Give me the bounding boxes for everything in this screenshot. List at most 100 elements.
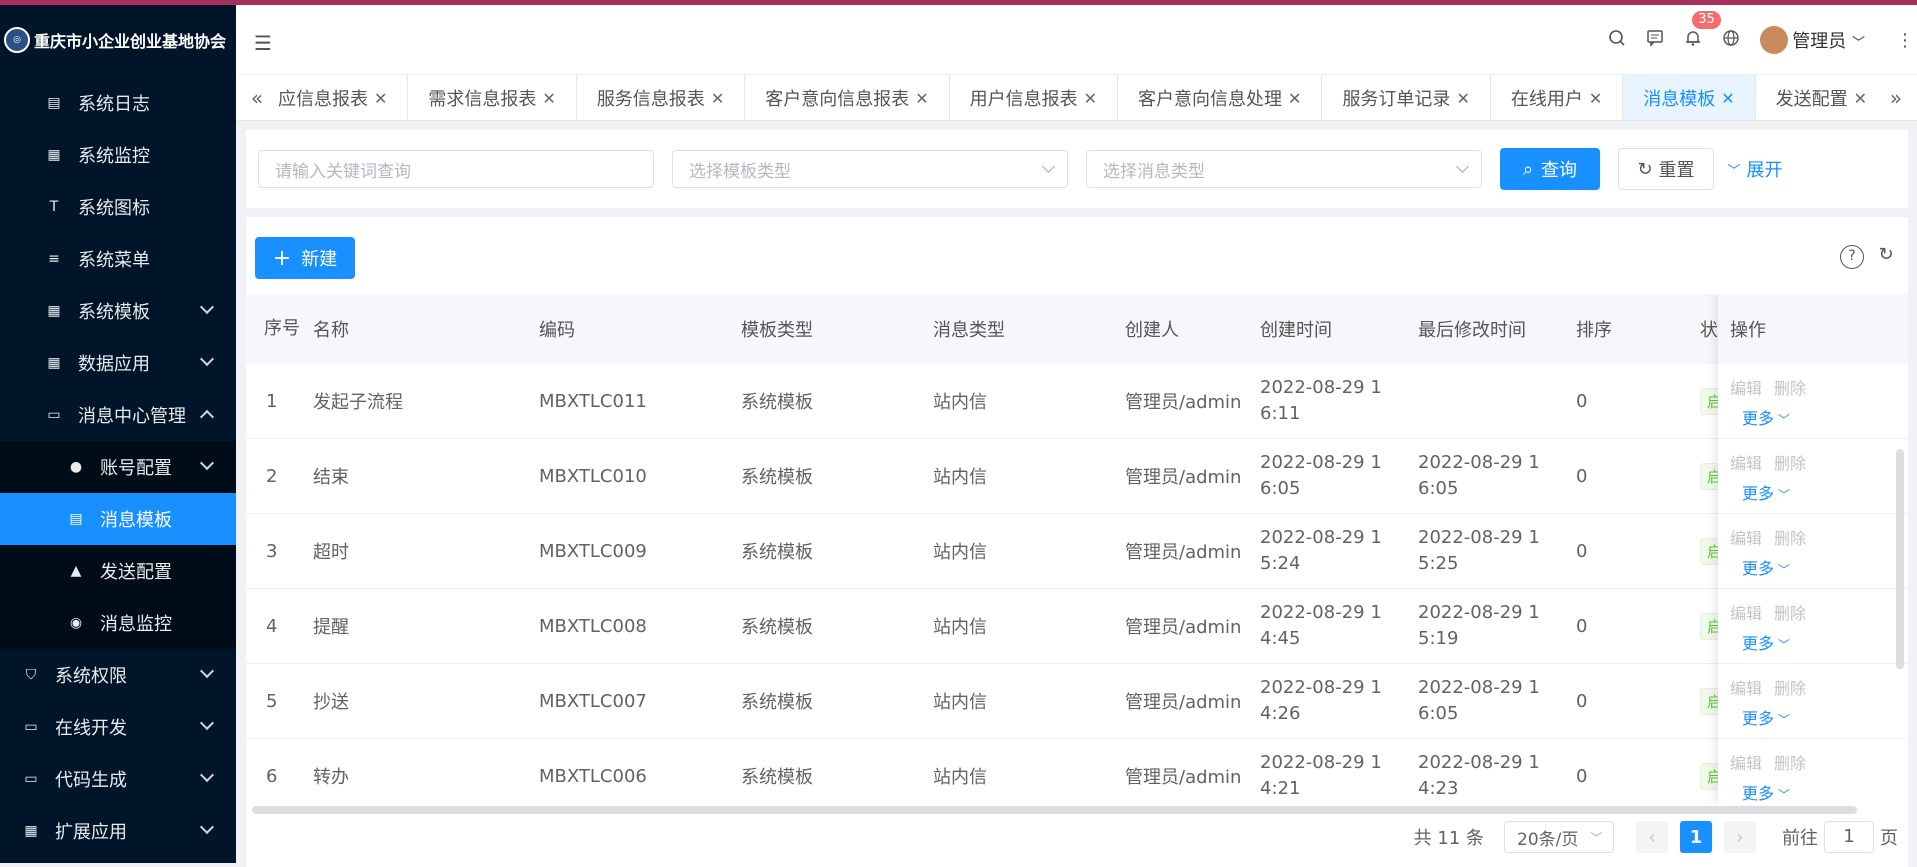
table-row[interactable]: 2 结束 MBXTLC010 系统模板 站内信 管理员/admin 2022-08-29 1… xyxy=(246,439,1908,514)
chevron-down-icon: ﹀ xyxy=(1774,788,1790,802)
table-row[interactable]: 4 提醒 MBXTLC008 系统模板 站内信 管理员/admin 2022-08-29 1… xyxy=(246,589,1908,664)
next-page-button[interactable]: › xyxy=(1724,821,1756,853)
edit-button[interactable]: 编辑 xyxy=(1730,679,1762,698)
close-icon[interactable]: ✕ xyxy=(1288,89,1301,108)
sidebar-item-label: 消息模板 xyxy=(100,510,172,531)
delete-button[interactable]: 删除 xyxy=(1774,604,1806,623)
cell-template_type: 系统模板 xyxy=(741,767,813,788)
message-icon: ▭ xyxy=(47,407,61,423)
template-type-select[interactable]: 选择模板类型 xyxy=(672,150,1068,188)
sidebar-item-6[interactable]: ▦ 数据应用 xyxy=(0,337,236,389)
table-row[interactable]: 3 超时 MBXTLC009 系统模板 站内信 管理员/admin 2022-08-29 1… xyxy=(246,514,1908,589)
delete-button[interactable]: 删除 xyxy=(1774,754,1806,773)
sidebar-item-label: 系统菜单 xyxy=(78,250,150,271)
cell-idx: 1 xyxy=(266,390,278,412)
sidebar-item-1[interactable]: ▤ 系统日志 xyxy=(0,77,236,129)
collapse-menu-icon[interactable]: ☰ xyxy=(254,31,272,55)
page-number-current[interactable]: 1 xyxy=(1680,821,1712,853)
sidebar-item-7[interactable]: ▭ 消息中心管理 xyxy=(0,389,236,441)
tab-2[interactable]: 服务信息报表 ✕ xyxy=(577,75,746,120)
log-icon: ▤ xyxy=(47,95,61,111)
close-icon[interactable]: ✕ xyxy=(1456,89,1469,108)
sidebar-item-12[interactable]: ⛉ 系统权限 xyxy=(0,649,236,701)
more-button[interactable]: 更多 ﹀ xyxy=(1742,784,1790,803)
keyword-search-input[interactable]: 请输入关键词查询 xyxy=(258,150,654,188)
sidebar-item-label: 扩展应用 xyxy=(55,822,127,843)
more-button[interactable]: 更多 ﹀ xyxy=(1742,709,1790,728)
user-menu[interactable]: 管理员 ﹀ xyxy=(1792,27,1865,53)
reset-button[interactable]: ↻ 重置 xyxy=(1618,148,1714,190)
more-button[interactable]: 更多 ﹀ xyxy=(1742,634,1790,653)
sidebar-item-4[interactable]: ≡ 系统菜单 xyxy=(0,233,236,285)
expand-button[interactable]: ﹀ 展开 xyxy=(1720,148,1790,190)
close-icon[interactable]: ✕ xyxy=(915,89,928,108)
more-vertical-icon[interactable]: ⋮ xyxy=(1893,30,1917,51)
new-button[interactable]: + 新建 xyxy=(255,237,355,279)
delete-button[interactable]: 删除 xyxy=(1774,454,1806,473)
sidebar-item-14[interactable]: ▭ 代码生成 xyxy=(0,753,236,805)
tab-6[interactable]: 服务订单记录 ✕ xyxy=(1322,75,1491,120)
avatar[interactable] xyxy=(1760,26,1789,54)
sidebar-item-13[interactable]: ▭ 在线开发 xyxy=(0,701,236,753)
close-icon[interactable]: ✕ xyxy=(374,89,387,108)
sidebar-item-5[interactable]: ▦ 系统模板 xyxy=(0,285,236,337)
horizontal-scrollbar[interactable] xyxy=(252,806,1857,814)
delete-button[interactable]: 删除 xyxy=(1774,529,1806,548)
message-icon[interactable] xyxy=(1636,29,1674,52)
tab-9[interactable]: 发送配置 ✕ xyxy=(1756,75,1875,120)
plus-icon: + xyxy=(272,245,292,271)
sidebar-item-9[interactable]: ▤ 消息模板 xyxy=(0,493,236,545)
chevron-down-icon: ﹀ xyxy=(1774,413,1790,427)
sidebar-item-15[interactable]: ▦ 扩展应用 xyxy=(0,805,236,857)
tab-3[interactable]: 客户意向信息报表 ✕ xyxy=(745,75,950,120)
close-icon[interactable]: ✕ xyxy=(1854,89,1867,108)
table-row[interactable]: 5 抄送 MBXTLC007 系统模板 站内信 管理员/admin 2022-08-29 1… xyxy=(246,664,1908,739)
close-icon[interactable]: ✕ xyxy=(711,89,724,108)
sidebar-item-11[interactable]: ◉ 消息监控 xyxy=(0,597,236,649)
chevron-down-icon xyxy=(199,299,215,315)
sidebar-item-8[interactable]: ● 账号配置 xyxy=(0,441,236,493)
bell-icon[interactable]: 35 xyxy=(1674,10,1721,52)
message-type-select[interactable]: 选择消息类型 xyxy=(1086,150,1482,188)
sidebar-item-2[interactable]: ▦ 系统监控 xyxy=(0,129,236,181)
search-icon[interactable] xyxy=(1598,29,1636,52)
page-size-select[interactable]: 20条/页 ﹀ xyxy=(1504,821,1614,853)
tab-4[interactable]: 用户信息报表 ✕ xyxy=(950,75,1119,120)
tab-5[interactable]: 客户意向信息处理 ✕ xyxy=(1118,75,1323,120)
query-button[interactable]: ⌕ 查询 xyxy=(1500,148,1600,190)
message-type-placeholder: 选择消息类型 xyxy=(1103,161,1205,182)
edit-button[interactable]: 编辑 xyxy=(1730,604,1762,623)
sidebar-item-10[interactable]: ▲ 发送配置 xyxy=(0,545,236,597)
tab-7[interactable]: 在线用户 ✕ xyxy=(1491,75,1624,120)
sidebar-item-3[interactable]: T 系统图标 xyxy=(0,181,236,233)
tab-1[interactable]: 需求信息报表 ✕ xyxy=(408,75,577,120)
tab-0[interactable]: 应信息报表 ✕ xyxy=(278,75,409,120)
help-icon[interactable]: ? xyxy=(1840,245,1864,269)
more-button[interactable]: 更多 ﹀ xyxy=(1742,409,1790,428)
edit-button[interactable]: 编辑 xyxy=(1730,454,1762,473)
edit-button[interactable]: 编辑 xyxy=(1730,529,1762,548)
app-logo[interactable]: ◎ 重庆市小企业创业基地协会 xyxy=(0,5,236,75)
cell-idx: 3 xyxy=(266,540,278,562)
edit-button[interactable]: 编辑 xyxy=(1730,379,1762,398)
close-icon[interactable]: ✕ xyxy=(1084,89,1097,108)
delete-button[interactable]: 删除 xyxy=(1774,679,1806,698)
tabs-scroll-left-icon[interactable]: « xyxy=(236,75,278,120)
table-row[interactable]: 6 转办 MBXTLC006 系统模板 站内信 管理员/admin 2022-08-29 1… xyxy=(246,739,1908,804)
edit-button[interactable]: 编辑 xyxy=(1730,754,1762,773)
more-button[interactable]: 更多 ﹀ xyxy=(1742,559,1790,578)
table-row[interactable]: 1 发起子流程 MBXTLC011 系统模板 站内信 管理员/admin 2022-08-2… xyxy=(246,364,1908,439)
close-icon[interactable]: ✕ xyxy=(1721,89,1734,108)
prev-page-button[interactable]: ‹ xyxy=(1636,821,1668,853)
goto-page-input[interactable]: 1 xyxy=(1824,821,1874,853)
close-icon[interactable]: ✕ xyxy=(542,89,555,108)
tabs-scroll-right-icon[interactable]: » xyxy=(1875,75,1917,120)
more-button[interactable]: 更多 ﹀ xyxy=(1742,484,1790,503)
close-icon[interactable]: ✕ xyxy=(1589,89,1602,108)
keyword-placeholder: 请输入关键词查询 xyxy=(275,161,411,182)
vertical-scrollbar[interactable] xyxy=(1896,449,1904,669)
refresh-icon[interactable]: ↻ xyxy=(1874,245,1898,269)
globe-icon[interactable] xyxy=(1712,29,1750,52)
tab-8[interactable]: 消息模板 ✕ xyxy=(1623,75,1756,120)
delete-button[interactable]: 删除 xyxy=(1774,379,1806,398)
